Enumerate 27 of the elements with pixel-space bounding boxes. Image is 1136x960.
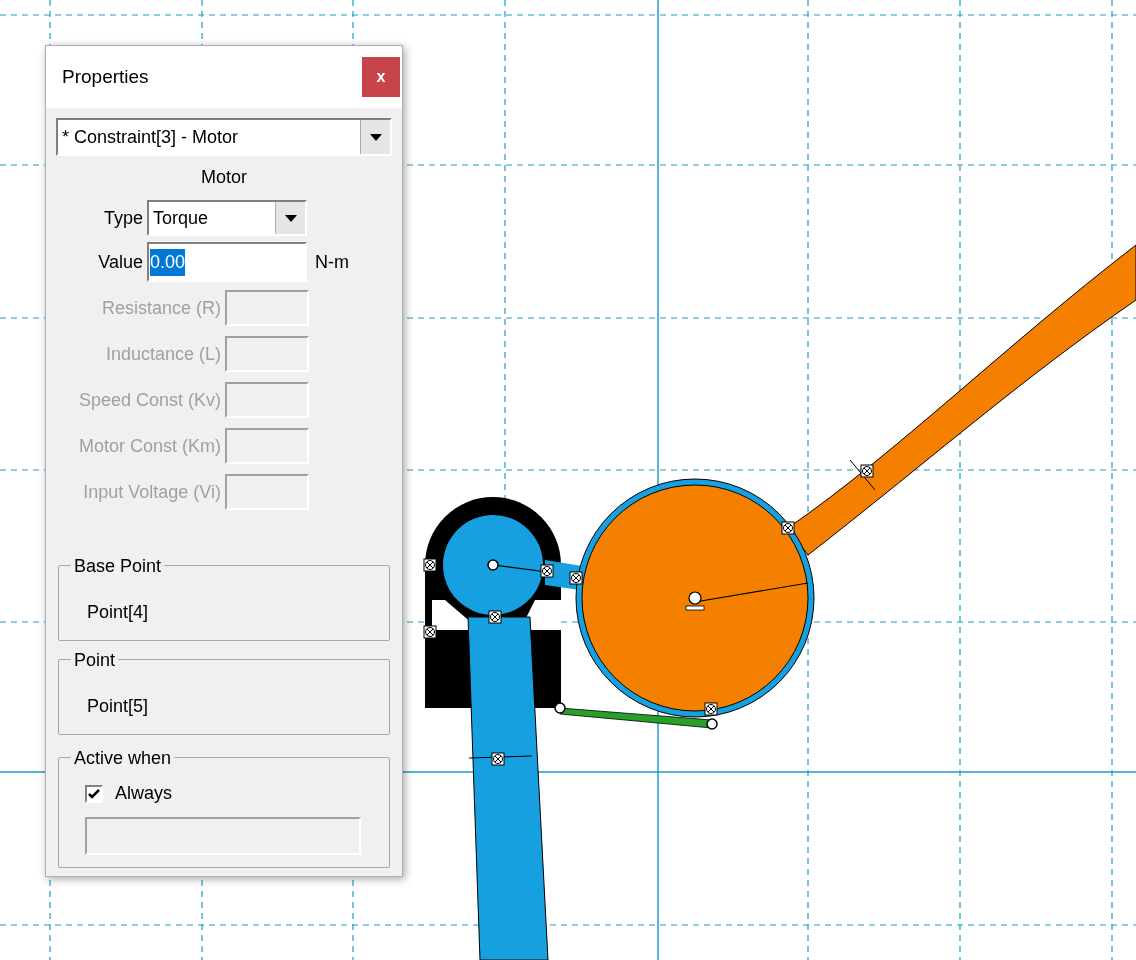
field-label: Input Voltage (Vi) — [82, 480, 221, 504]
checkbox[interactable] — [85, 784, 103, 803]
field-label: Type — [102, 206, 143, 230]
field-value: 0.00 — [150, 248, 186, 276]
window-title: Properties — [62, 64, 149, 89]
value-field[interactable]: 0.00 — [147, 242, 307, 282]
group-value: Point[4] — [87, 600, 149, 624]
dropdown-button[interactable] — [275, 202, 305, 234]
checkmark-icon — [88, 788, 100, 799]
unit-label: N-m — [315, 250, 349, 274]
group-value: Point[5] — [87, 694, 149, 718]
field-label: Speed Const (Kv) — [77, 388, 221, 412]
field-label: Motor Const (Km) — [77, 434, 221, 458]
dropdown-button[interactable] — [360, 120, 390, 154]
checkbox-label: Always — [115, 782, 172, 805]
caret-icon — [369, 133, 382, 141]
caret-icon — [284, 214, 297, 222]
dropdown-value: Torque — [152, 206, 210, 230]
dropdown-value: * Constraint[3] - Motor — [61, 125, 240, 149]
field-label: Resistance (R) — [100, 296, 221, 320]
condition-field[interactable] — [85, 817, 361, 855]
object-dropdown[interactable]: * Constraint[3] - Motor — [56, 118, 392, 156]
field-label: Value — [97, 250, 143, 274]
field-label: Inductance (L) — [104, 342, 221, 366]
section-title: Motor — [201, 166, 247, 189]
type-dropdown[interactable]: Torque — [147, 200, 307, 236]
close-button[interactable]: x — [362, 57, 400, 97]
